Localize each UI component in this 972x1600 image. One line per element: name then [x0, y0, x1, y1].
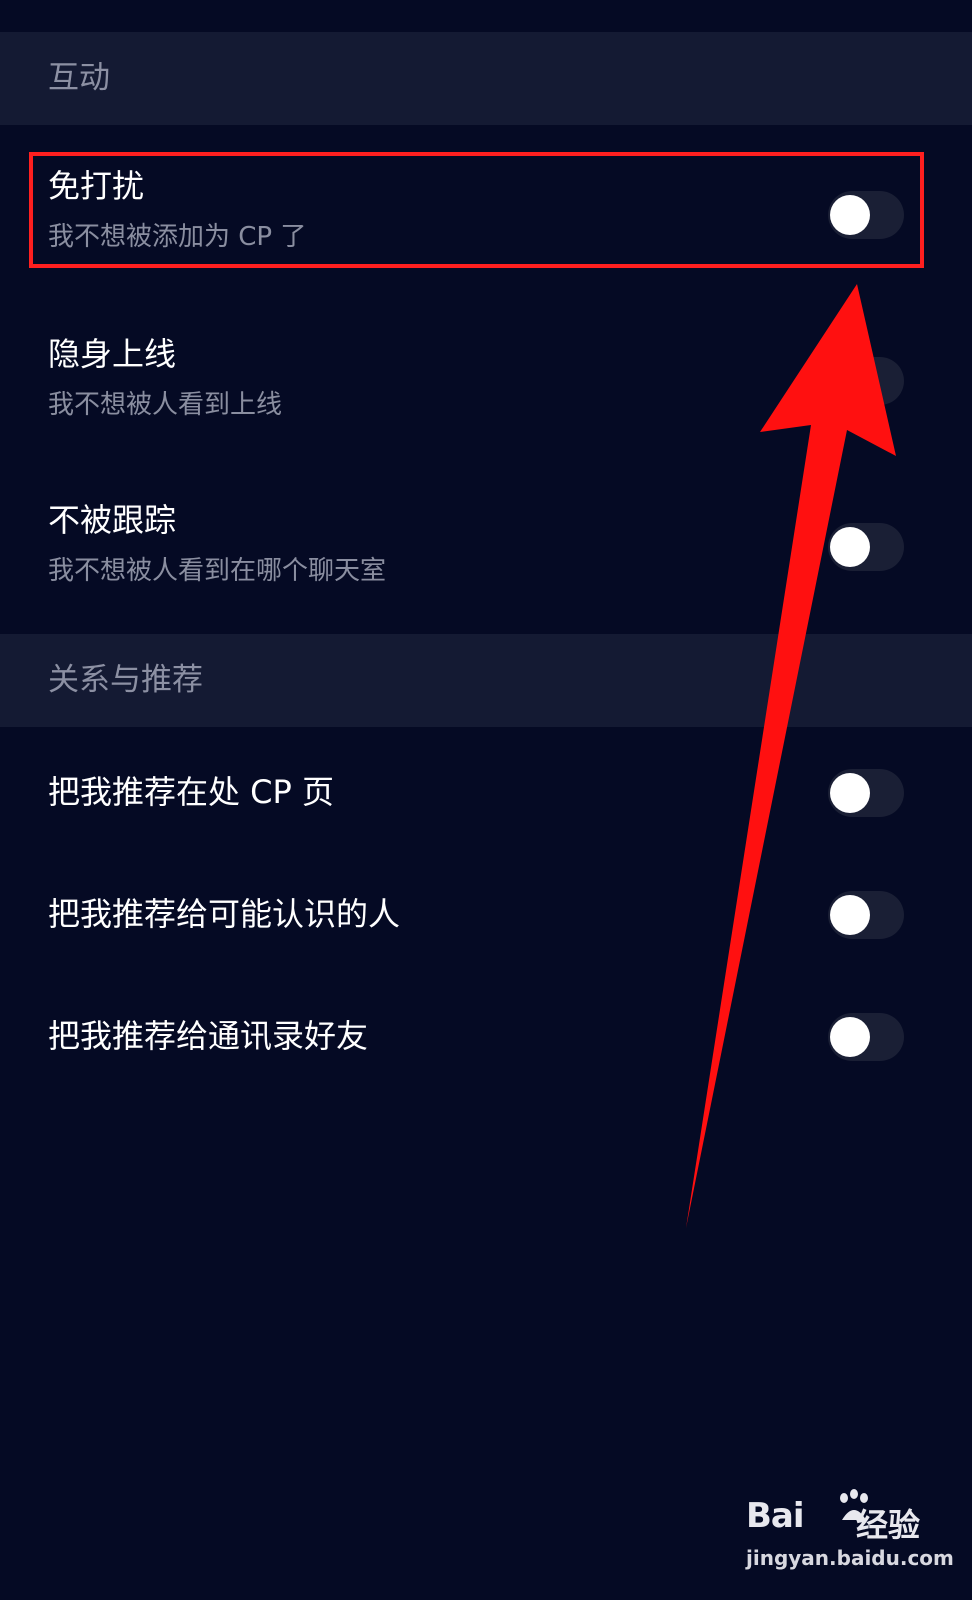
watermark-url: jingyan.baidu.com — [746, 1546, 954, 1570]
recommend-known-people-toggle[interactable] — [828, 891, 904, 939]
recommend-cp-page-toggle[interactable] — [828, 769, 904, 817]
section-title: 关系与推荐 — [48, 662, 203, 698]
section-title: 互动 — [48, 60, 110, 96]
watermark-logo-cn: 经验 — [856, 1506, 921, 1544]
toggle-knob — [830, 1017, 870, 1057]
toggle-knob — [830, 527, 870, 567]
setting-row-recommend-cp-page[interactable]: 把我推荐在处 CP 页 — [0, 727, 972, 849]
setting-title: 把我推荐给可能认识的人 — [48, 895, 401, 933]
section-header-recommendation: 关系与推荐 — [0, 634, 972, 727]
watermark: Bai 经验 jingyan.baidu.com — [744, 1489, 954, 1580]
invisible-online-toggle[interactable] — [828, 357, 904, 405]
setting-subtitle: 我不想被人看到上线 — [48, 390, 283, 420]
highlight-box — [29, 152, 924, 268]
top-strip — [0, 0, 972, 32]
setting-row-no-tracking[interactable]: 不被跟踪 我不想被人看到在哪个聊天室 — [0, 457, 972, 633]
section-header-interaction: 互动 — [0, 32, 972, 125]
toggle-knob — [830, 361, 870, 401]
setting-title: 隐身上线 — [48, 335, 177, 373]
setting-row-invisible-online[interactable]: 隐身上线 我不想被人看到上线 — [0, 291, 972, 457]
setting-title: 不被跟踪 — [48, 501, 177, 539]
toggle-knob — [830, 895, 870, 935]
setting-title: 把我推荐给通讯录好友 — [48, 1017, 369, 1055]
setting-title: 把我推荐在处 CP 页 — [48, 773, 334, 811]
watermark-logo: Bai — [746, 1496, 805, 1536]
recommend-contacts-toggle[interactable] — [828, 1013, 904, 1061]
setting-row-recommend-known-people[interactable]: 把我推荐给可能认识的人 — [0, 849, 972, 971]
setting-subtitle: 我不想被人看到在哪个聊天室 — [48, 556, 387, 586]
no-tracking-toggle[interactable] — [828, 523, 904, 571]
toggle-knob — [830, 773, 870, 813]
setting-row-recommend-contacts[interactable]: 把我推荐给通讯录好友 — [0, 971, 972, 1093]
